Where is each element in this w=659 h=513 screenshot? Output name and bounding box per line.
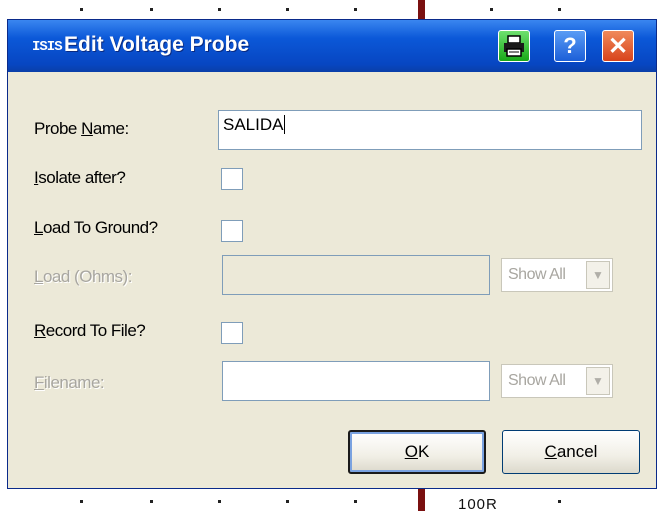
load-ohms-input[interactable]: [222, 255, 490, 295]
load-to-ground-checkbox[interactable]: [221, 220, 243, 242]
app-icon: ISIS: [32, 39, 63, 55]
chevron-down-icon[interactable]: ▼: [586, 367, 610, 395]
filename-input[interactable]: [222, 361, 490, 401]
load-ohms-show-all-dropdown[interactable]: Show All ▼: [501, 258, 613, 292]
wire: [418, 488, 425, 511]
title-bar[interactable]: ISIS Edit Voltage Probe ? ✕: [8, 20, 656, 72]
grid-dot: [218, 500, 221, 503]
resistor-label: 100R: [458, 496, 498, 513]
grid-dot: [354, 8, 357, 11]
filename-label: Filename:: [34, 373, 105, 392]
filename-show-all-dropdown[interactable]: Show All ▼: [501, 364, 613, 398]
dropdown-value: Show All: [508, 266, 566, 283]
grid-dot: [150, 8, 153, 11]
grid-dot: [218, 8, 221, 11]
record-to-file-label: Record To File?: [34, 321, 146, 340]
grid-dot: [80, 500, 83, 503]
wire: [418, 0, 425, 20]
grid-dot: [286, 500, 289, 503]
help-button[interactable]: ?: [554, 30, 586, 62]
edit-voltage-probe-dialog: ISIS Edit Voltage Probe ? ✕ Probe Name: …: [7, 19, 657, 489]
load-ohms-label: Load (Ohms):: [34, 267, 132, 286]
record-to-file-checkbox[interactable]: [221, 322, 243, 344]
close-icon: ✕: [607, 32, 629, 60]
text-cursor: [284, 115, 286, 134]
probe-name-input[interactable]: SALIDA: [218, 110, 642, 150]
grid-dot: [558, 8, 561, 11]
grid-dot: [150, 500, 153, 503]
ok-button[interactable]: OK: [348, 430, 486, 474]
grid-dot: [558, 500, 561, 503]
cancel-button[interactable]: Cancel: [502, 430, 640, 474]
grid-dot: [490, 8, 493, 11]
dialog-title: Edit Voltage Probe: [64, 33, 250, 56]
dropdown-value: Show All: [508, 372, 566, 389]
probe-name-label: Probe Name:: [34, 119, 129, 138]
isolate-after-checkbox[interactable]: [221, 168, 243, 190]
isolate-after-label: Isolate after?: [34, 168, 126, 187]
chevron-down-icon[interactable]: ▼: [586, 261, 610, 289]
grid-dot: [354, 500, 357, 503]
close-button[interactable]: ✕: [602, 30, 634, 62]
grid-dot: [80, 8, 83, 11]
load-to-ground-label: Load To Ground?: [34, 218, 158, 237]
print-button[interactable]: [498, 30, 530, 62]
printer-icon: [504, 35, 524, 57]
grid-dot: [286, 8, 289, 11]
help-icon: ?: [563, 33, 577, 58]
probe-name-value: SALIDA: [223, 115, 284, 134]
